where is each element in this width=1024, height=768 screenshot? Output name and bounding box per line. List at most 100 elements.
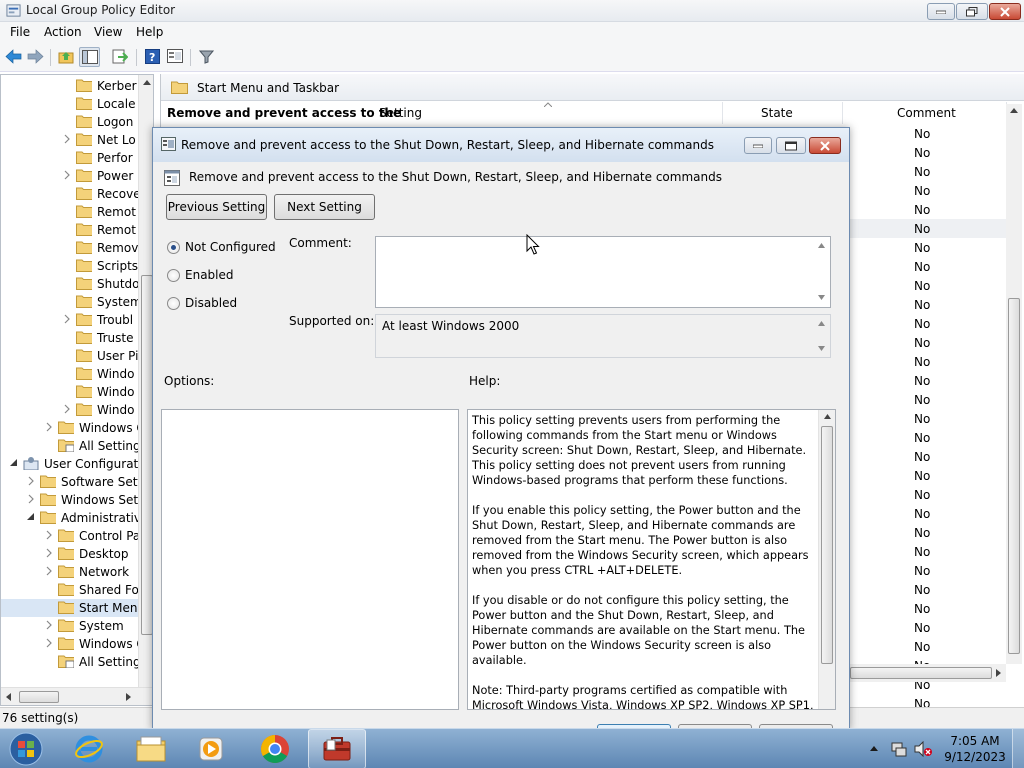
tree-item[interactable]: Remot: [1, 203, 138, 221]
settings-vertical-scrollbar[interactable]: [1006, 104, 1022, 664]
console-tree[interactable]: Kerber Locale Logon Net Lo Perfor Power Recove…: [0, 74, 154, 706]
main-titlebar[interactable]: Local Group Policy Editor: [0, 0, 1024, 22]
expanded-arrow-icon[interactable]: [26, 512, 36, 522]
policy-setting-dialog[interactable]: Remove and prevent access to the Shut Do…: [152, 127, 850, 730]
tree-item[interactable]: Power: [1, 167, 138, 185]
taskbar-group-policy-editor[interactable]: [308, 729, 366, 768]
next-setting-button[interactable]: Next Setting: [274, 194, 375, 220]
collapsed-arrow-icon[interactable]: [62, 314, 72, 324]
taskbar-internet-explorer[interactable]: [62, 729, 116, 768]
show-desktop-button[interactable]: [1012, 729, 1024, 768]
menu-help[interactable]: Help: [136, 25, 163, 39]
help-scroll-thumb[interactable]: [821, 426, 833, 664]
menu-action[interactable]: Action: [44, 25, 82, 39]
column-header-state[interactable]: State: [723, 102, 843, 124]
tree-item[interactable]: Locale: [1, 95, 138, 113]
collapsed-arrow-icon[interactable]: [44, 548, 54, 558]
menu-file[interactable]: File: [10, 25, 30, 39]
previous-setting-button[interactable]: Previous Setting: [166, 194, 267, 220]
tree-item[interactable]: System: [1, 617, 138, 635]
settings-horizontal-scrollbar[interactable]: [848, 664, 1006, 682]
tree-item[interactable]: Administrative: [1, 509, 148, 527]
tree-item[interactable]: Shutdo: [1, 275, 140, 293]
up-folder-button[interactable]: [56, 47, 77, 67]
tree-item[interactable]: Scripts: [1, 257, 138, 275]
tree-hscroll-thumb[interactable]: [19, 691, 59, 703]
scroll-right-icon: [126, 693, 131, 701]
expanded-arrow-icon[interactable]: [9, 458, 19, 468]
tree-item[interactable]: Net Lo: [1, 131, 138, 149]
tree-item[interactable]: Truste: [1, 329, 138, 347]
tree-item[interactable]: Recove: [1, 185, 141, 203]
close-button[interactable]: [989, 3, 1021, 20]
help-button[interactable]: ?: [142, 47, 163, 67]
help-scrollbar[interactable]: [818, 410, 835, 709]
tree-item[interactable]: Windo: [1, 383, 138, 401]
help-panel[interactable]: This policy setting prevents users from …: [467, 409, 836, 710]
taskbar: 7:05 AM 9/12/2023: [0, 728, 1024, 768]
dialog-maximize-button[interactable]: [776, 137, 806, 154]
hscroll-thumb[interactable]: [850, 667, 992, 679]
column-header-comment[interactable]: Comment: [843, 102, 1007, 124]
tree-item[interactable]: Desktop: [1, 545, 138, 563]
properties-button[interactable]: [164, 47, 185, 67]
collapsed-arrow-icon[interactable]: [62, 404, 72, 414]
collapsed-arrow-icon[interactable]: [44, 566, 54, 576]
tree-item[interactable]: Network: [1, 563, 138, 581]
supported-scrollbar[interactable]: [814, 315, 830, 357]
tree-horizontal-scrollbar[interactable]: [1, 687, 153, 705]
tree-item[interactable]: All Setting: [1, 653, 141, 671]
start-button[interactable]: [0, 729, 52, 768]
tree-item[interactable]: Control Pa: [1, 527, 140, 545]
tree-item[interactable]: User Configuratio: [1, 455, 149, 473]
taskbar-file-explorer[interactable]: [124, 729, 178, 768]
collapsed-arrow-icon[interactable]: [44, 638, 54, 648]
menu-view[interactable]: View: [94, 25, 122, 39]
tree-item[interactable]: Shared Fol: [1, 581, 142, 599]
restore-button[interactable]: [956, 3, 988, 20]
dialog-minimize-button[interactable]: [744, 137, 772, 154]
tree-item-label: Remot: [97, 205, 136, 219]
tree-item[interactable]: Logon: [1, 113, 138, 131]
back-button[interactable]: [3, 47, 24, 67]
comment-textbox[interactable]: [375, 236, 831, 308]
collapsed-arrow-icon[interactable]: [44, 422, 54, 432]
tree-item[interactable]: Windows C: [1, 419, 145, 437]
volume-muted-icon[interactable]: [914, 741, 932, 757]
comment-scrollbar[interactable]: [814, 237, 830, 307]
tree-item[interactable]: Perfor: [1, 149, 138, 167]
tree-item[interactable]: All Setting: [1, 437, 141, 455]
tree-item[interactable]: User Pi: [1, 347, 138, 365]
collapsed-arrow-icon[interactable]: [44, 620, 54, 630]
column-header-setting[interactable]: Setting: [373, 102, 723, 124]
collapsed-arrow-icon[interactable]: [62, 134, 72, 144]
filter-button[interactable]: [196, 47, 217, 67]
dialog-close-button[interactable]: [809, 137, 841, 154]
tree-item[interactable]: Remov: [1, 239, 138, 257]
tree-item[interactable]: Windo: [1, 401, 138, 419]
forward-button[interactable]: [25, 47, 46, 67]
minimize-button[interactable]: [927, 3, 955, 20]
tree-item[interactable]: Start Menu: [1, 599, 145, 617]
taskbar-chrome[interactable]: [248, 729, 302, 768]
show-hide-tree-button[interactable]: [79, 47, 100, 67]
collapsed-arrow-icon[interactable]: [62, 170, 72, 180]
export-list-button[interactable]: [109, 47, 130, 67]
dialog-titlebar[interactable]: Remove and prevent access to the Shut Do…: [153, 128, 849, 162]
tree-item[interactable]: Windows C: [1, 635, 145, 653]
network-icon[interactable]: [891, 741, 907, 757]
tree-item[interactable]: Windows Sett: [1, 491, 143, 509]
tree-item[interactable]: Remot: [1, 221, 138, 239]
tree-item[interactable]: Software Setti: [1, 473, 145, 491]
taskbar-media-player[interactable]: [184, 729, 238, 768]
collapsed-arrow-icon[interactable]: [26, 494, 36, 504]
tree-item[interactable]: Windo: [1, 365, 138, 383]
tree-item[interactable]: System: [1, 293, 142, 311]
tree-item[interactable]: Troubl: [1, 311, 138, 329]
collapsed-arrow-icon[interactable]: [44, 530, 54, 540]
tree-item[interactable]: Kerber: [1, 77, 138, 95]
collapsed-arrow-icon[interactable]: [26, 476, 36, 486]
system-clock[interactable]: 7:05 AM 9/12/2023: [940, 733, 1010, 765]
show-hidden-icons-icon[interactable]: [870, 745, 878, 751]
scroll-thumb[interactable]: [1008, 298, 1020, 654]
